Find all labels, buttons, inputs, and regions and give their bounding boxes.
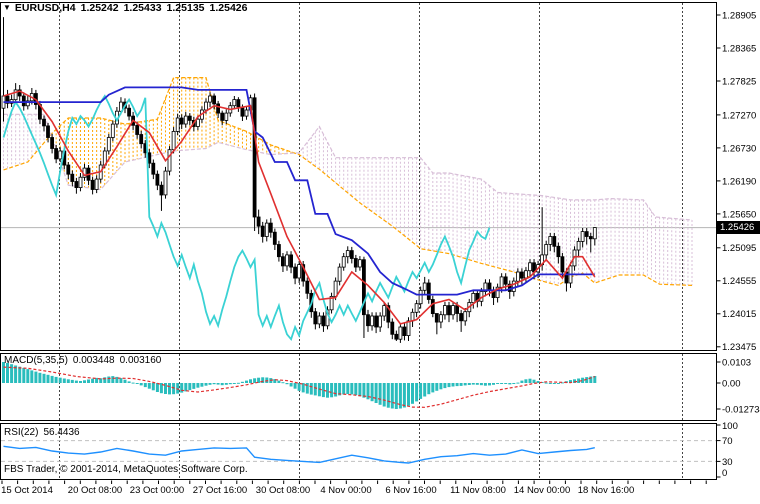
date-label: 18 Nov 16:00 [578,485,635,496]
symbol-dropdown-icon[interactable]: ▼ [3,3,11,12]
macd-value-main: 0.003448 [72,355,115,366]
price-axis: 1.28905 1.28365 1.27825 1.27270 1.26730 1.261… [716,10,760,479]
ohlc-open: 1.25242 [80,2,119,14]
price-axis-label: 1.26190 [722,176,756,187]
price-axis-label: 1.25650 [722,209,756,220]
macd-axis-label: 0.00 [722,378,741,389]
date-label: 15 Oct 2014 [1,485,53,496]
price-axis-label: 1.26730 [722,143,756,154]
date-label: 23 Oct 00:00 [130,485,184,496]
date-label: 30 Oct 08:00 [256,485,310,496]
rsi-indicator-label: RSI(22) 56.4436 [4,427,80,438]
price-axis-label: 1.24015 [722,309,756,320]
ohlc-high: 1.25433 [123,2,162,14]
macd-axis-label: -0.012734 [722,404,760,415]
date-label: 14 Nov 00:00 [514,485,571,496]
ohlc-low: 1.25135 [166,2,205,14]
macd-name: MACD(5,35,5) [4,355,68,366]
time-axis: 15 Oct 2014 20 Oct 08:00 23 Oct 00:00 27 Oc… [1,480,707,496]
macd-value-signal: 0.003160 [119,355,162,366]
rsi-axis-label: 30 [722,457,733,468]
price-axis-label: 1.28905 [722,10,756,21]
chart-window: 1.28905 1.28365 1.27825 1.27270 1.26730 1.261… [0,0,760,504]
rsi-axis-label: 0 [722,468,727,479]
price-axis-label: 1.25095 [722,243,756,254]
date-label: 20 Oct 08:00 [68,485,122,496]
rsi-axis-label: 100 [722,421,738,432]
price-axis-label: 1.27825 [722,76,756,87]
price-axis-label: 1.23475 [722,342,756,353]
chart-title: ▼ EURUSD,H4 1.25242 1.25433 1.25135 1.25426 [3,2,247,14]
time-separators [59,3,683,479]
current-price-tag: 1.25426 [717,221,760,234]
copyright-notice: FBS Trader, © 2001-2014, MetaQuotes Soft… [4,464,248,475]
rsi-value: 56.4436 [43,427,80,438]
price-axis-label: 1.24555 [722,276,756,287]
price-axis-label: 1.28365 [722,43,756,54]
macd-histogram [2,362,597,409]
date-label: 11 Nov 08:00 [450,485,506,496]
macd-axis-label: 0.0103 [722,357,751,368]
macd-indicator-label: MACD(5,35,5) 0.003448 0.003160 [4,355,161,366]
rsi-name: RSI(22) [4,427,39,438]
rsi-axis-label: 70 [722,436,733,447]
ohlc-close: 1.25426 [209,2,248,14]
date-label: 27 Oct 16:00 [193,485,247,496]
date-label: 4 Nov 00:00 [320,485,371,496]
chart-canvas[interactable]: 1.28905 1.28365 1.27825 1.27270 1.26730 1.261… [0,0,760,504]
date-label: 6 Nov 16:00 [385,485,436,496]
price-axis-label: 1.27270 [722,110,756,121]
main-pane-border [0,2,717,351]
symbol-period-label: EURUSD,H4 [14,2,76,14]
